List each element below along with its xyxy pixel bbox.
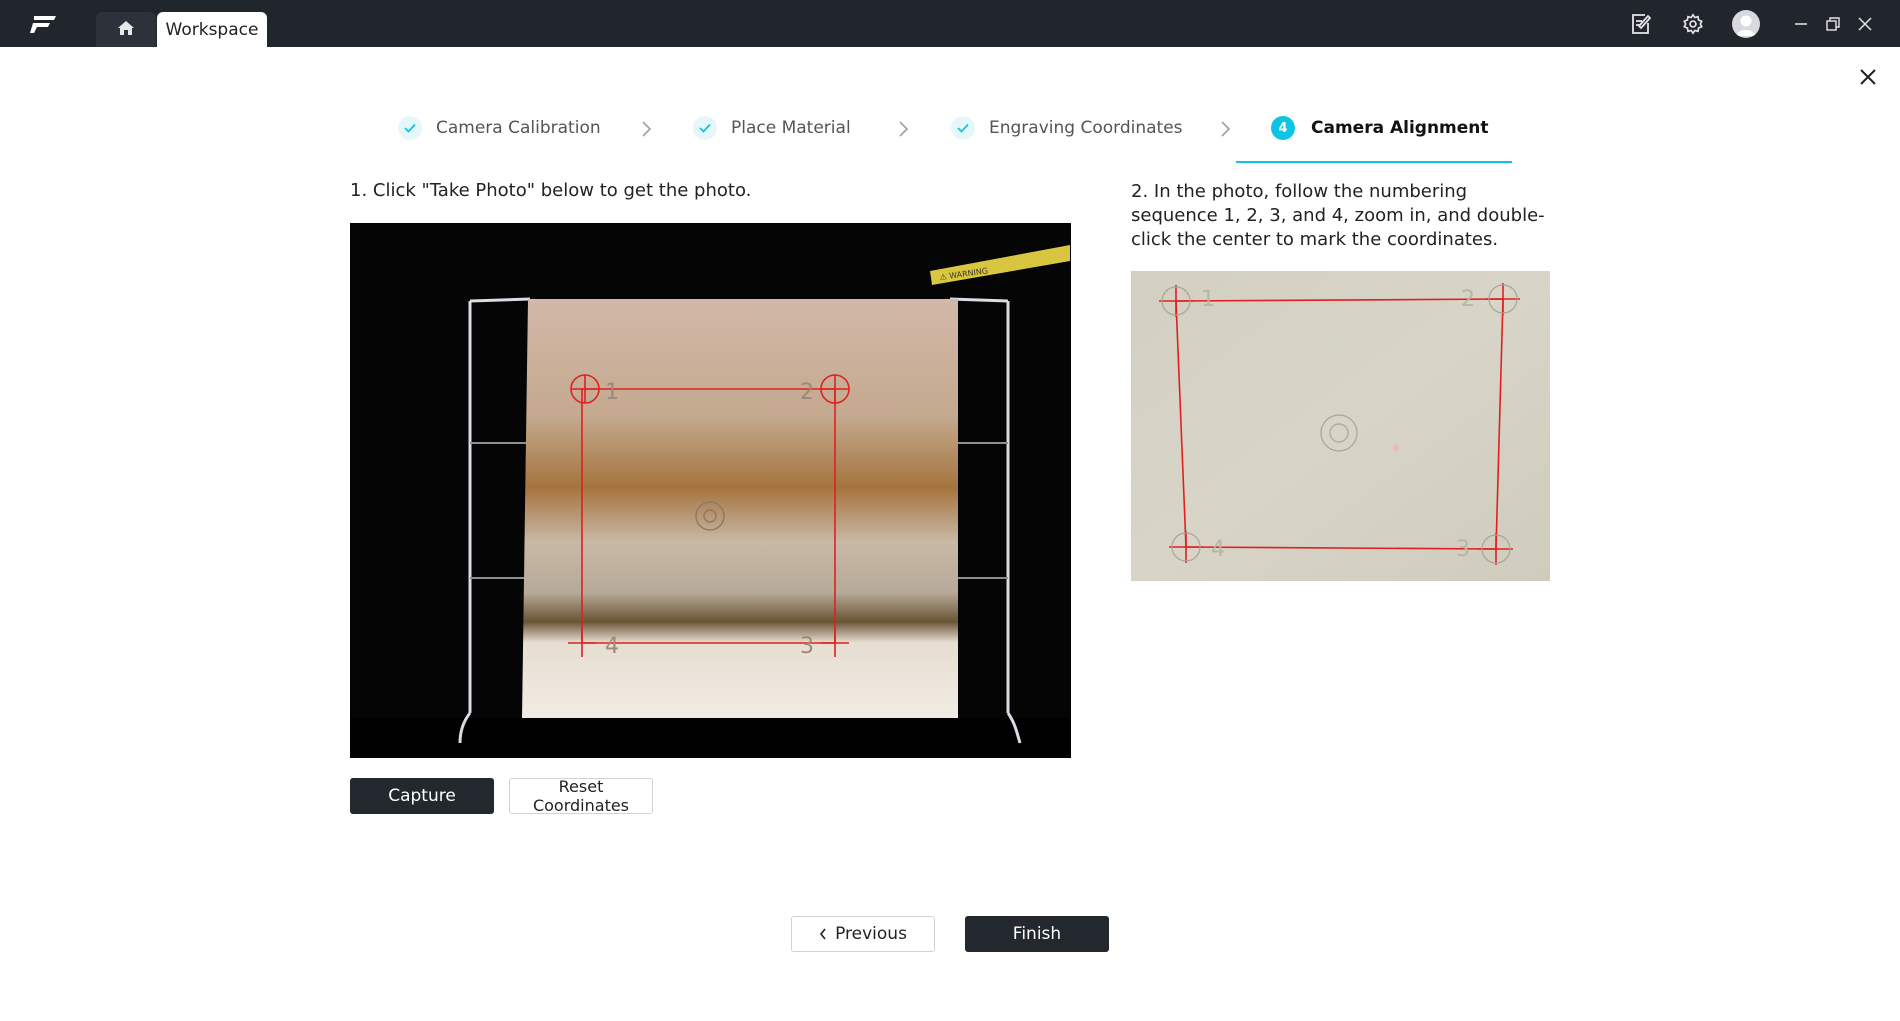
home-icon <box>117 20 135 40</box>
previous-button[interactable]: Previous <box>791 916 935 952</box>
step-number-badge: 4 <box>1271 116 1295 140</box>
chevron-left-icon <box>819 928 827 940</box>
photo-marker-1: 1 <box>1201 287 1215 312</box>
tab-workspace-label: Workspace <box>165 19 259 40</box>
step-place-material[interactable]: Place Material <box>693 112 851 144</box>
restore-icon[interactable] <box>1820 11 1846 37</box>
previous-label: Previous <box>835 924 907 944</box>
photo-marker-2: 2 <box>800 380 814 405</box>
title-bar: Workspace <box>0 0 1900 47</box>
step-camera-alignment[interactable]: 4 Camera Alignment <box>1271 112 1489 144</box>
close-icon[interactable] <box>1852 11 1878 37</box>
notes-edit-icon[interactable] <box>1628 11 1654 37</box>
step-camera-calibration[interactable]: Camera Calibration <box>398 112 601 144</box>
tab-workspace[interactable]: Workspace <box>157 12 267 47</box>
avatar-icon[interactable] <box>1732 10 1760 38</box>
gear-icon[interactable] <box>1680 11 1706 37</box>
step-label: Engraving Coordinates <box>989 118 1183 138</box>
step-engraving-coordinates[interactable]: Engraving Coordinates <box>951 112 1183 144</box>
minimize-icon[interactable] <box>1788 11 1814 37</box>
active-step-indicator <box>1236 161 1512 163</box>
reset-coordinates-button[interactable]: Reset Coordinates <box>509 777 653 815</box>
close-icon <box>1859 68 1877 90</box>
check-icon <box>693 116 717 140</box>
photo-marker-4: 4 <box>1211 537 1225 562</box>
chevron-right-icon <box>639 120 653 138</box>
photo-marker-3: 3 <box>800 634 814 659</box>
photo-marker-4: 4 <box>605 634 619 659</box>
alignment-photo[interactable]: 1 2 3 4 <box>1131 271 1550 581</box>
capture-button[interactable]: Capture <box>350 778 494 814</box>
photo-marker-3: 3 <box>1456 537 1470 562</box>
f-logo-icon <box>30 14 58 34</box>
camera-photo[interactable]: ⚠ WARNING 1 2 3 4 <box>350 223 1071 758</box>
step-label: Place Material <box>731 118 851 138</box>
check-icon <box>951 116 975 140</box>
instruction-step-1: 1. Click "Take Photo" below to get the p… <box>350 180 752 201</box>
home-tab[interactable] <box>96 12 156 47</box>
chevron-right-icon <box>1218 120 1232 138</box>
dialog-close-button[interactable] <box>1855 66 1881 92</box>
step-label: Camera Calibration <box>436 118 601 138</box>
check-icon <box>398 116 422 140</box>
step-label: Camera Alignment <box>1311 118 1489 138</box>
instruction-step-2: 2. In the photo, follow the numbering se… <box>1131 181 1545 250</box>
photo-marker-1: 1 <box>605 380 619 405</box>
finish-button[interactable]: Finish <box>965 916 1109 952</box>
stepper: Camera Calibration Place Material Engrav… <box>0 112 1900 168</box>
chevron-right-icon <box>896 120 910 138</box>
photo-marker-2: 2 <box>1461 287 1475 312</box>
